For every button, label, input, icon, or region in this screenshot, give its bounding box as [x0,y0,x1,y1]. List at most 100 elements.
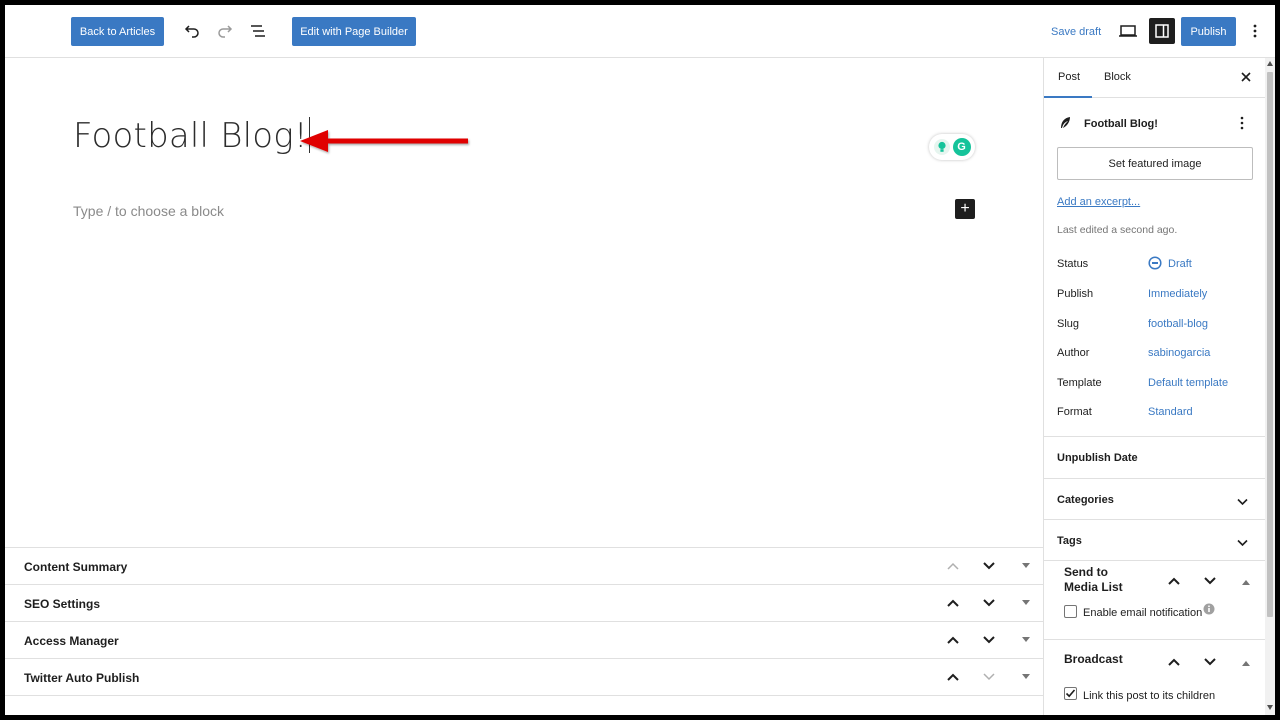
toggle-panel-icon[interactable] [1016,630,1036,650]
status-value[interactable]: Draft [1168,258,1192,270]
chevron-down-icon[interactable] [1237,495,1248,509]
publish-row-value[interactable]: Immediately [1148,288,1207,300]
close-icon[interactable] [1240,71,1252,86]
toggle-panel-icon[interactable] [1016,556,1036,576]
media-list-line: Media List [1064,580,1123,594]
slug-label: Slug [1057,318,1080,330]
template-value[interactable]: Default template [1148,377,1228,389]
status-label: Status [1057,258,1089,270]
divider [1044,560,1265,561]
format-value[interactable]: Standard [1148,406,1193,418]
toggle-panel-icon[interactable] [1016,593,1036,613]
preview-desktop-icon[interactable] [1116,19,1140,43]
edit-with-page-builder-button[interactable]: Edit with Page Builder [292,17,416,46]
scroll-down-arrow-icon[interactable] [1267,705,1273,710]
move-down-icon[interactable] [979,593,999,613]
edit-with-page-builder-label: Edit with Page Builder [300,25,408,38]
move-up-icon[interactable] [1168,655,1180,669]
post-summary-title: Football Blog! [1084,118,1158,130]
metabox-title[interactable]: Content Summary [24,560,127,574]
link-children-label: Link this post to its children [1083,690,1216,702]
author-label: Author [1057,347,1090,359]
collapse-panel-icon[interactable] [1242,656,1250,670]
scrollbar-thumb[interactable] [1267,72,1273,617]
document-overview-icon[interactable] [246,19,270,43]
active-tab-indicator [1044,96,1092,98]
collapse-panel-icon[interactable] [1242,575,1250,589]
metabox-content-summary: Content Summary [5,548,1043,585]
broadcast-panel[interactable]: Broadcast [1064,652,1123,666]
grammarly-icon: G [952,138,971,156]
divider [1044,639,1265,640]
divider [1044,519,1265,520]
slug-value[interactable]: football-blog [1148,318,1208,330]
move-down-icon[interactable] [979,667,999,687]
move-down-icon[interactable] [1204,655,1216,669]
author-value[interactable]: sabinogarcia [1148,347,1210,359]
move-up-icon[interactable] [943,556,963,576]
tags-panel[interactable]: Tags [1057,535,1082,547]
categories-panel[interactable]: Categories [1057,494,1114,506]
scroll-up-arrow-icon[interactable] [1267,61,1273,66]
unpublish-date-panel[interactable]: Unpublish Date [1057,452,1138,464]
toggle-panel-icon[interactable] [1016,667,1036,687]
divider [1044,478,1265,479]
redo-icon[interactable] [213,19,237,43]
divider [1044,436,1265,437]
editor-window: Back to Articles Edit with Page Builder … [5,5,1275,715]
set-featured-image-label: Set featured image [1108,157,1202,170]
chevron-down-icon[interactable] [1237,536,1248,550]
checkmark-icon [1065,689,1076,698]
info-icon[interactable] [1203,603,1215,618]
move-up-icon[interactable] [943,593,963,613]
move-up-icon[interactable] [943,630,963,650]
settings-sidebar: Post Block Football Blog! Set featured i… [1043,58,1265,715]
tab-block[interactable]: Block [1104,71,1131,83]
post-actions-more-icon[interactable] [1240,116,1244,133]
metabox-title[interactable]: SEO Settings [24,597,100,611]
publish-label: Publish [1190,25,1227,38]
editor-canvas: Football Blog! G Type / to choose a bloc… [5,58,1043,548]
publish-row-label: Publish [1057,288,1094,300]
block-placeholder[interactable]: Type / to choose a block [73,203,224,219]
move-down-icon[interactable] [979,630,999,650]
send-to-media-list-panel[interactable]: Send to Media List [1064,565,1123,595]
publish-button[interactable]: Publish [1181,17,1236,46]
back-to-articles-label: Back to Articles [79,25,156,38]
back-to-articles-button[interactable]: Back to Articles [71,17,164,46]
metabox-title[interactable]: Access Manager [24,634,119,648]
feather-icon [1059,116,1071,133]
annotation-arrow-icon [300,130,468,152]
undo-icon[interactable] [180,19,204,43]
send-to-line: Send to [1064,565,1108,579]
sidebar-scrollbar[interactable] [1265,58,1275,715]
sidebar-tabs: Post Block [1044,58,1265,98]
more-options-icon[interactable] [1243,19,1267,43]
template-label: Template [1057,377,1102,389]
metabox-seo-settings: SEO Settings [5,585,1043,622]
tab-post[interactable]: Post [1058,71,1080,83]
add-excerpt-link[interactable]: Add an excerpt... [1057,196,1140,208]
format-label: Format [1057,406,1092,418]
grammarly-widget[interactable]: G [929,134,975,160]
set-featured-image-button[interactable]: Set featured image [1057,147,1253,180]
last-edited-text: Last edited a second ago. [1057,224,1178,236]
draft-status-icon [1148,256,1162,273]
settings-sidebar-icon[interactable] [1149,18,1175,44]
move-up-icon[interactable] [943,667,963,687]
move-up-icon[interactable] [1168,574,1180,588]
move-down-icon[interactable] [1204,574,1216,588]
link-children-checkbox[interactable] [1064,687,1077,700]
email-notification-checkbox[interactable] [1064,605,1077,618]
metabox-title[interactable]: Twitter Auto Publish [24,671,139,685]
editor-toolbar: Back to Articles Edit with Page Builder … [5,5,1275,58]
post-title-field[interactable]: Football Blog! [73,116,310,156]
metaboxes-area: Content Summary SEO Settings Access Mana… [5,547,1043,715]
email-notification-label: Enable email notification [1083,607,1203,619]
post-title-text: Football Blog! [73,116,308,156]
metabox-access-manager: Access Manager [5,622,1043,659]
save-draft-button[interactable]: Save draft [1051,26,1101,38]
add-block-button[interactable]: + [955,199,975,219]
plus-icon: + [960,200,970,217]
move-down-icon[interactable] [979,556,999,576]
